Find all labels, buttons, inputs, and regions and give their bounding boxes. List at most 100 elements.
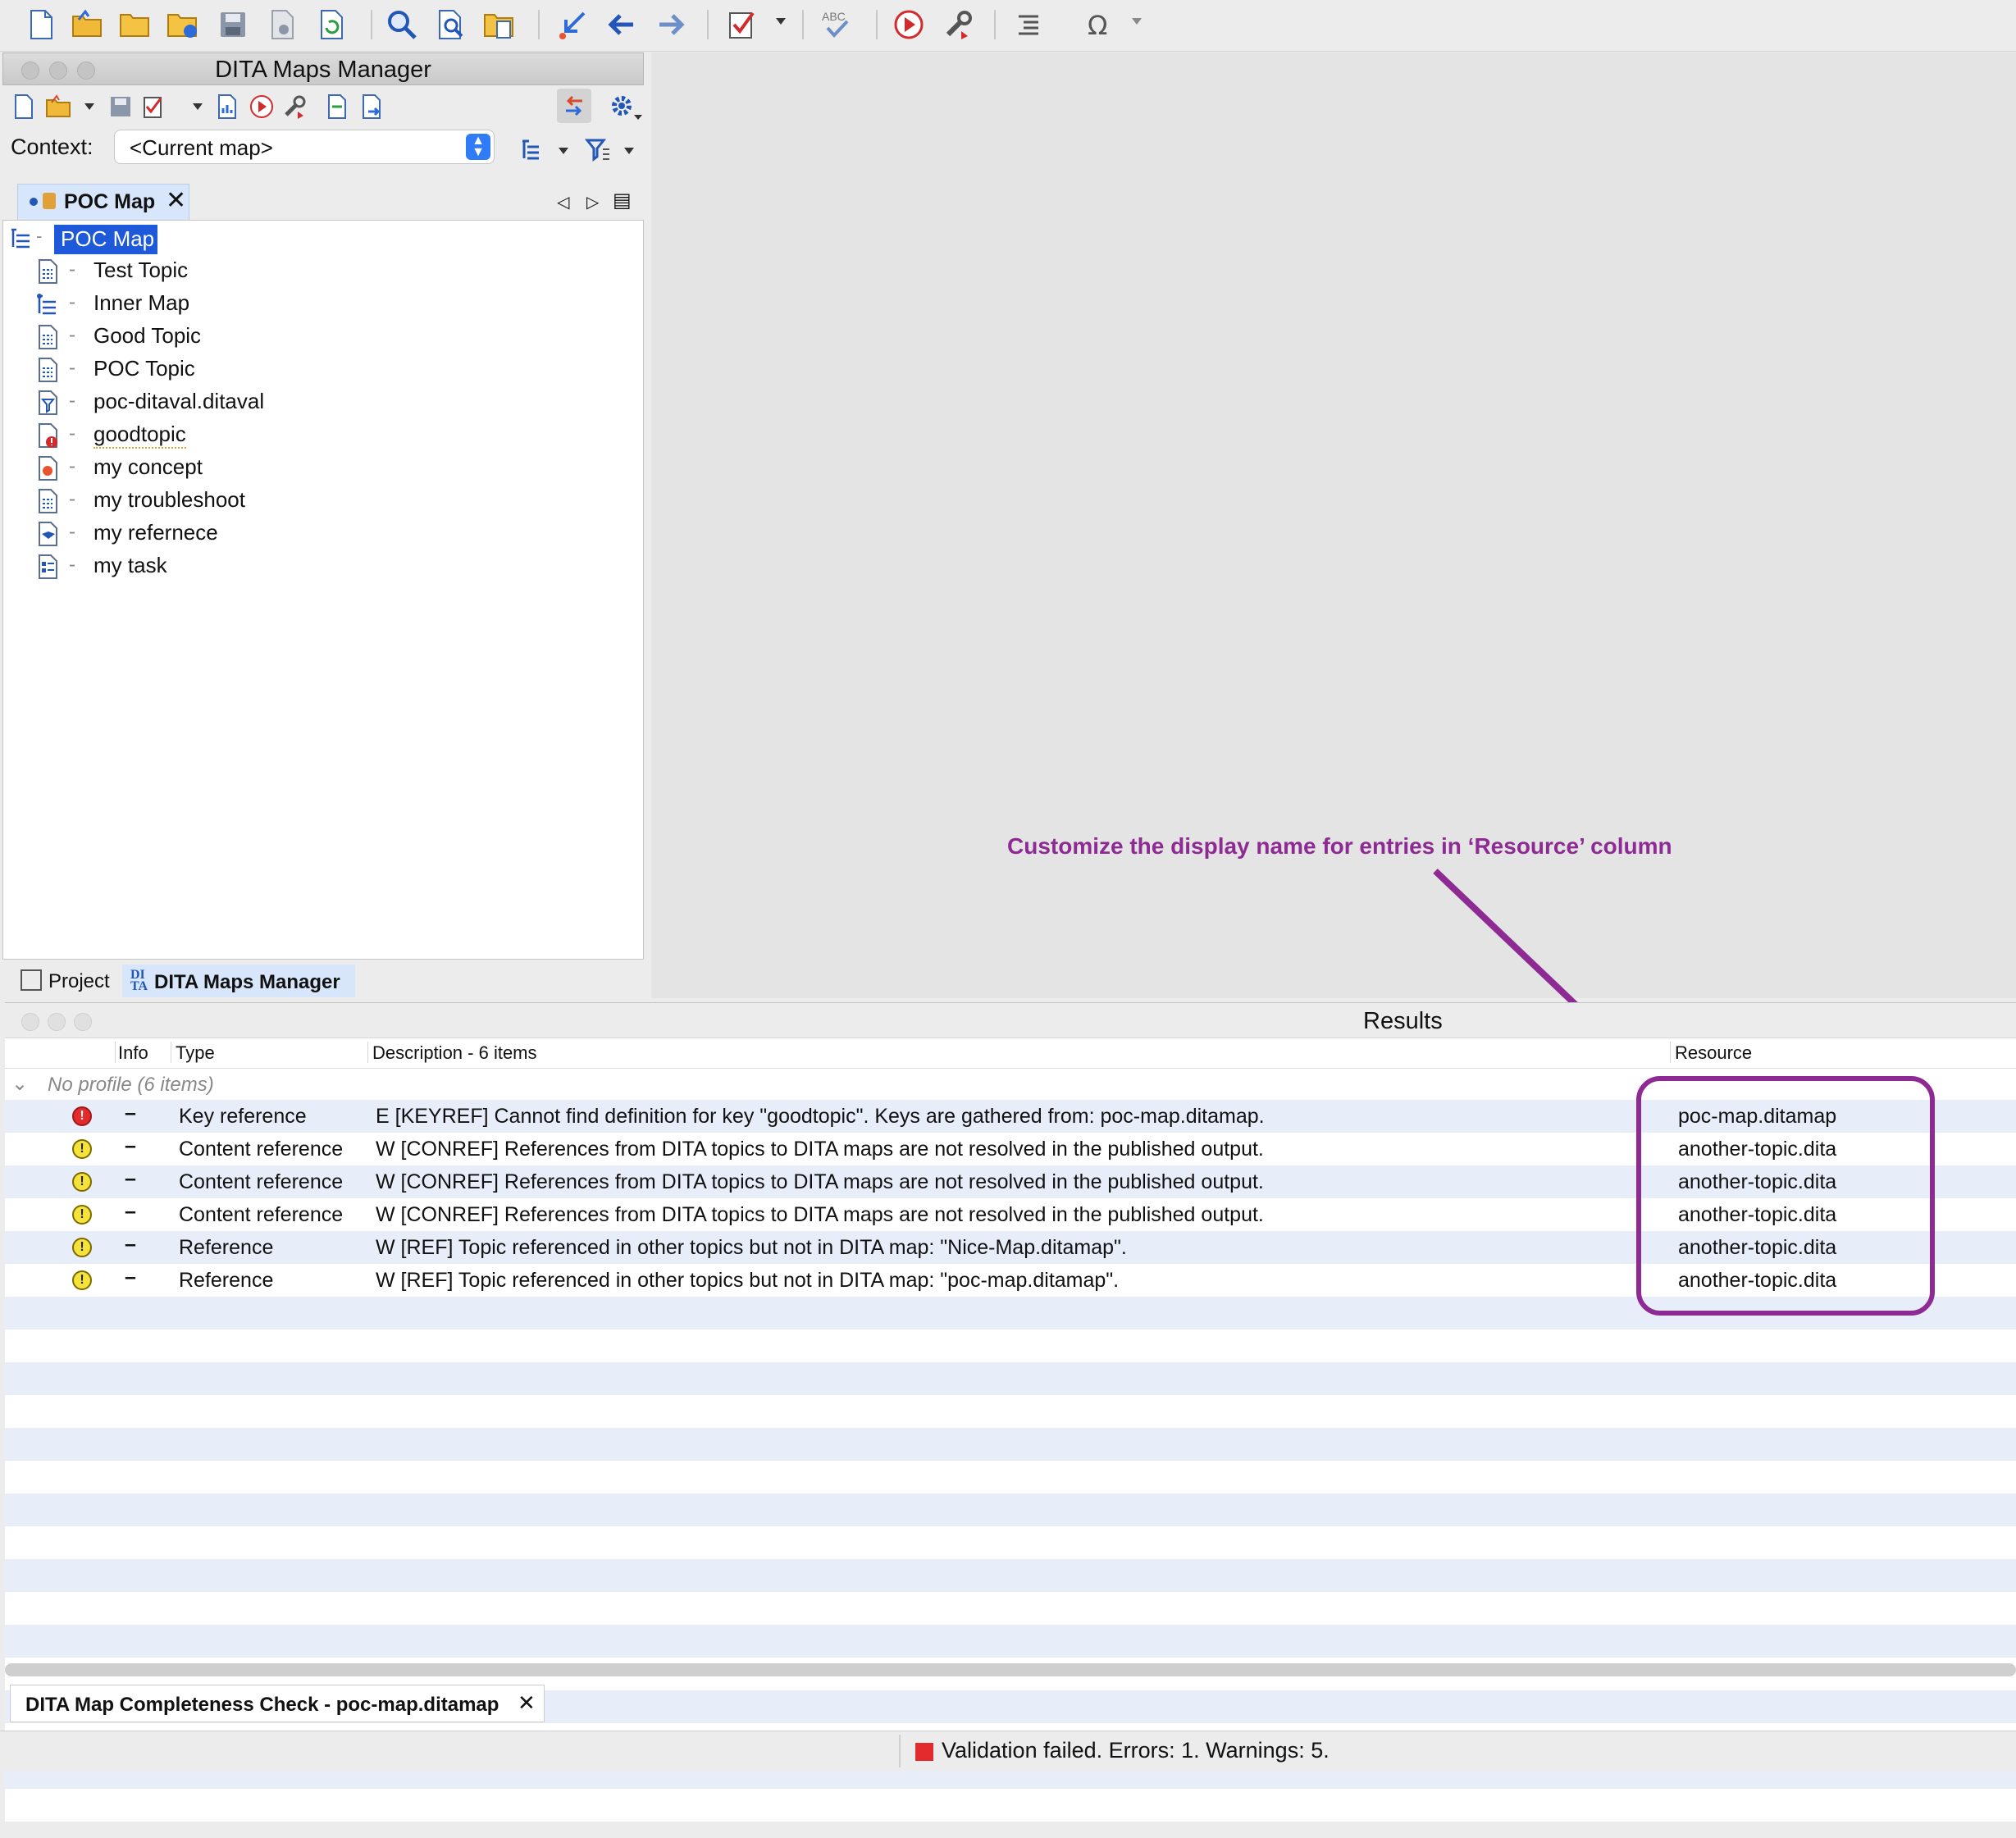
sort-dropdown-icon[interactable] bbox=[559, 148, 568, 154]
row-type: Content reference bbox=[179, 1170, 344, 1193]
row-type: Content reference bbox=[179, 1138, 344, 1161]
tab-project[interactable]: Project bbox=[21, 965, 119, 997]
transform-icon[interactable] bbox=[891, 7, 927, 43]
column-description[interactable]: Description - 6 items bbox=[372, 1042, 537, 1064]
special-character-icon[interactable]: Ω bbox=[1081, 7, 1117, 43]
tree-item[interactable]: - my troubleshoot bbox=[3, 485, 627, 516]
insert-before-icon[interactable] bbox=[322, 92, 352, 121]
tab-dmm-label: DITA Maps Manager bbox=[154, 971, 340, 993]
row-description: W [REF] Topic referenced in other topics… bbox=[376, 1269, 1120, 1292]
svg-text:Ω: Ω bbox=[1088, 10, 1107, 41]
open-map-dropdown-icon[interactable] bbox=[84, 103, 94, 110]
maximize-window-icon[interactable] bbox=[74, 1013, 92, 1031]
row-description: W [CONREF] References from DITA topics t… bbox=[376, 1203, 1264, 1226]
empty-row bbox=[5, 1592, 2016, 1625]
back-arrow-icon[interactable] bbox=[604, 7, 640, 43]
row-description: E [KEYREF] Cannot find definition for ke… bbox=[376, 1105, 1265, 1128]
tab-scroll-left-icon[interactable]: ◁ bbox=[557, 192, 569, 212]
validate-dropdown-icon[interactable] bbox=[776, 18, 786, 25]
tree-item[interactable]: - Test Topic bbox=[3, 255, 627, 286]
row-description: W [CONREF] References from DITA topics t… bbox=[376, 1138, 1264, 1161]
find-icon[interactable] bbox=[384, 7, 420, 43]
folder-icon[interactable] bbox=[116, 7, 153, 43]
validate-map-icon[interactable] bbox=[139, 92, 168, 121]
group-label: No profile (6 items) bbox=[48, 1074, 214, 1096]
new-document-icon[interactable] bbox=[23, 7, 59, 43]
tab-project-label: Project bbox=[48, 970, 110, 992]
chevron-down-icon[interactable]: ⌄ bbox=[11, 1072, 28, 1096]
column-resource[interactable]: Resource bbox=[1675, 1042, 1752, 1064]
map-transform-icon[interactable] bbox=[247, 92, 276, 121]
context-select[interactable]: <Current map> ▲ ▼ bbox=[114, 130, 495, 164]
tree-item[interactable]: - POC Topic bbox=[3, 353, 627, 385]
panel-switcher: Project DI TA DITA Maps Manager bbox=[2, 960, 644, 997]
chevron-updown-icon: ▲ ▼ bbox=[466, 134, 490, 160]
save-map-icon[interactable] bbox=[106, 92, 135, 121]
goto-icon[interactable] bbox=[554, 7, 591, 43]
tree-root[interactable]: - POC Map bbox=[3, 222, 627, 254]
tree-item-label: poc-ditaval.ditaval bbox=[94, 389, 265, 413]
insert-after-icon[interactable] bbox=[357, 92, 386, 121]
dita-maps-manager-panel: DITA Maps Manager Context: <Current map>… bbox=[2, 52, 644, 998]
link-with-editor-icon[interactable] bbox=[557, 89, 591, 123]
main-toolbar: ABC Ω bbox=[0, 0, 2016, 52]
spellcheck-icon[interactable]: ABC bbox=[819, 7, 855, 43]
topic-icon bbox=[36, 258, 59, 285]
find-in-files-icon[interactable] bbox=[433, 7, 469, 43]
horizontal-scrollbar[interactable] bbox=[5, 1663, 2016, 1676]
save-all-icon[interactable] bbox=[264, 7, 300, 43]
open-file-icon[interactable] bbox=[481, 7, 517, 43]
empty-row bbox=[5, 1526, 2016, 1559]
filter-icon[interactable] bbox=[583, 135, 613, 164]
column-type[interactable]: Type bbox=[176, 1042, 215, 1064]
open-map-icon[interactable] bbox=[43, 92, 73, 121]
empty-row bbox=[5, 1329, 2016, 1362]
settings-dropdown-icon[interactable] bbox=[634, 115, 642, 120]
validate-map-dropdown-icon[interactable] bbox=[193, 103, 203, 110]
save-icon[interactable] bbox=[215, 7, 251, 43]
tab-scroll-right-icon[interactable]: ▷ bbox=[586, 192, 599, 212]
validate-icon[interactable] bbox=[723, 7, 759, 43]
reload-icon[interactable] bbox=[313, 7, 349, 43]
tree-item-label: Test Topic bbox=[94, 258, 189, 282]
tree-item[interactable]: - my task bbox=[3, 550, 627, 582]
project-icon bbox=[21, 969, 42, 991]
empty-row bbox=[5, 1461, 2016, 1494]
tree-item[interactable]: - Good Topic bbox=[3, 321, 627, 352]
new-map-icon[interactable] bbox=[9, 92, 39, 121]
map-configure-transform-icon[interactable] bbox=[280, 92, 309, 121]
root-label: POC Map bbox=[54, 225, 157, 254]
close-icon[interactable]: ✕ bbox=[166, 186, 186, 215]
map-icon bbox=[10, 226, 33, 249]
column-info[interactable]: Info bbox=[118, 1042, 148, 1064]
empty-row bbox=[5, 1428, 2016, 1461]
settings-gear-icon[interactable] bbox=[608, 92, 637, 121]
tab-dita-maps-manager[interactable]: DI TA DITA Maps Manager bbox=[122, 965, 355, 997]
empty-row bbox=[5, 1789, 2016, 1822]
sort-tree-icon[interactable] bbox=[518, 135, 547, 164]
close-icon[interactable]: ✕ bbox=[518, 1690, 536, 1716]
open-url-icon[interactable] bbox=[164, 7, 200, 43]
tab-completeness-check[interactable]: DITA Map Completeness Check - poc-map.di… bbox=[10, 1685, 545, 1722]
row-type: Key reference bbox=[179, 1105, 307, 1128]
tab-list-icon[interactable]: ▤ bbox=[613, 189, 632, 212]
close-window-icon[interactable] bbox=[21, 1013, 39, 1031]
filter-dropdown-icon[interactable] bbox=[624, 148, 634, 154]
tree-item[interactable]: - goodtopic bbox=[3, 419, 627, 450]
tree-item-label: Inner Map bbox=[94, 290, 190, 315]
configure-transform-icon[interactable] bbox=[940, 7, 976, 43]
map-report-icon[interactable] bbox=[212, 92, 242, 121]
row-type: Reference bbox=[179, 1236, 274, 1259]
results-panel: Results Info Type Description - 6 items … bbox=[5, 1002, 2016, 1822]
tree-item[interactable]: - Inner Map bbox=[3, 288, 627, 319]
forward-arrow-icon[interactable] bbox=[653, 7, 689, 43]
special-character-dropdown-icon[interactable] bbox=[1132, 18, 1142, 25]
tree-item[interactable]: - my refernece bbox=[3, 518, 627, 549]
minimize-window-icon[interactable] bbox=[48, 1013, 66, 1031]
tree-item[interactable]: - my concept bbox=[3, 452, 627, 483]
format-indent-icon[interactable] bbox=[1010, 7, 1047, 43]
tree-item[interactable]: - poc-ditaval.ditaval bbox=[3, 386, 627, 417]
tab-label: POC Map bbox=[64, 190, 156, 213]
tab-poc-map[interactable]: POC Map ✕ bbox=[17, 184, 189, 220]
open-folder-icon[interactable] bbox=[69, 7, 105, 43]
